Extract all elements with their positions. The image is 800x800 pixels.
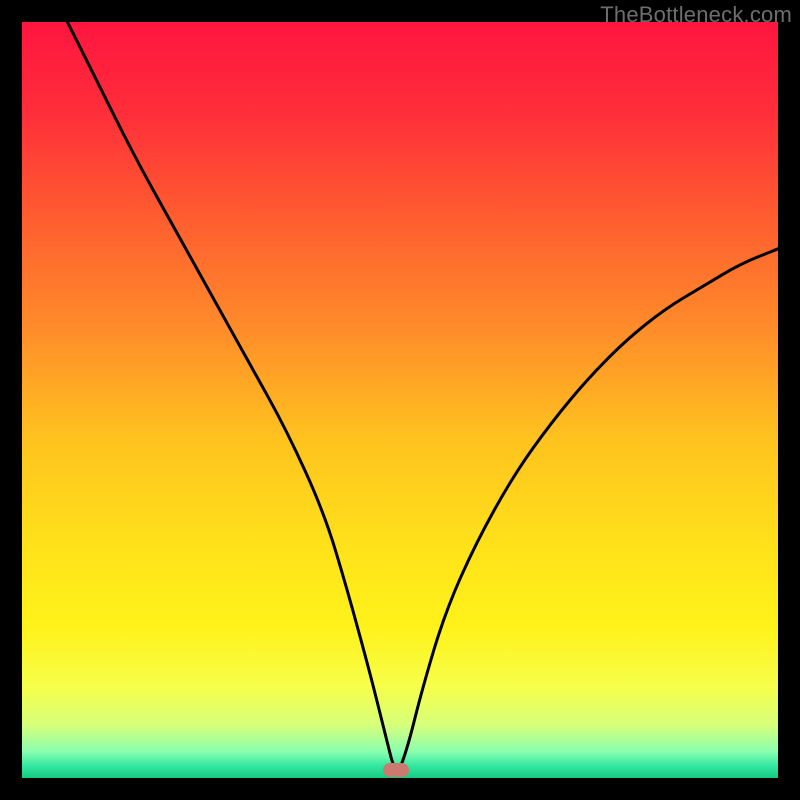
watermark-label: TheBottleneck.com — [600, 2, 792, 28]
chart-frame: TheBottleneck.com — [0, 0, 800, 800]
bottleneck-plot — [22, 22, 778, 778]
min-marker — [383, 763, 409, 777]
gradient-background — [22, 22, 778, 778]
plot-area — [22, 22, 778, 778]
